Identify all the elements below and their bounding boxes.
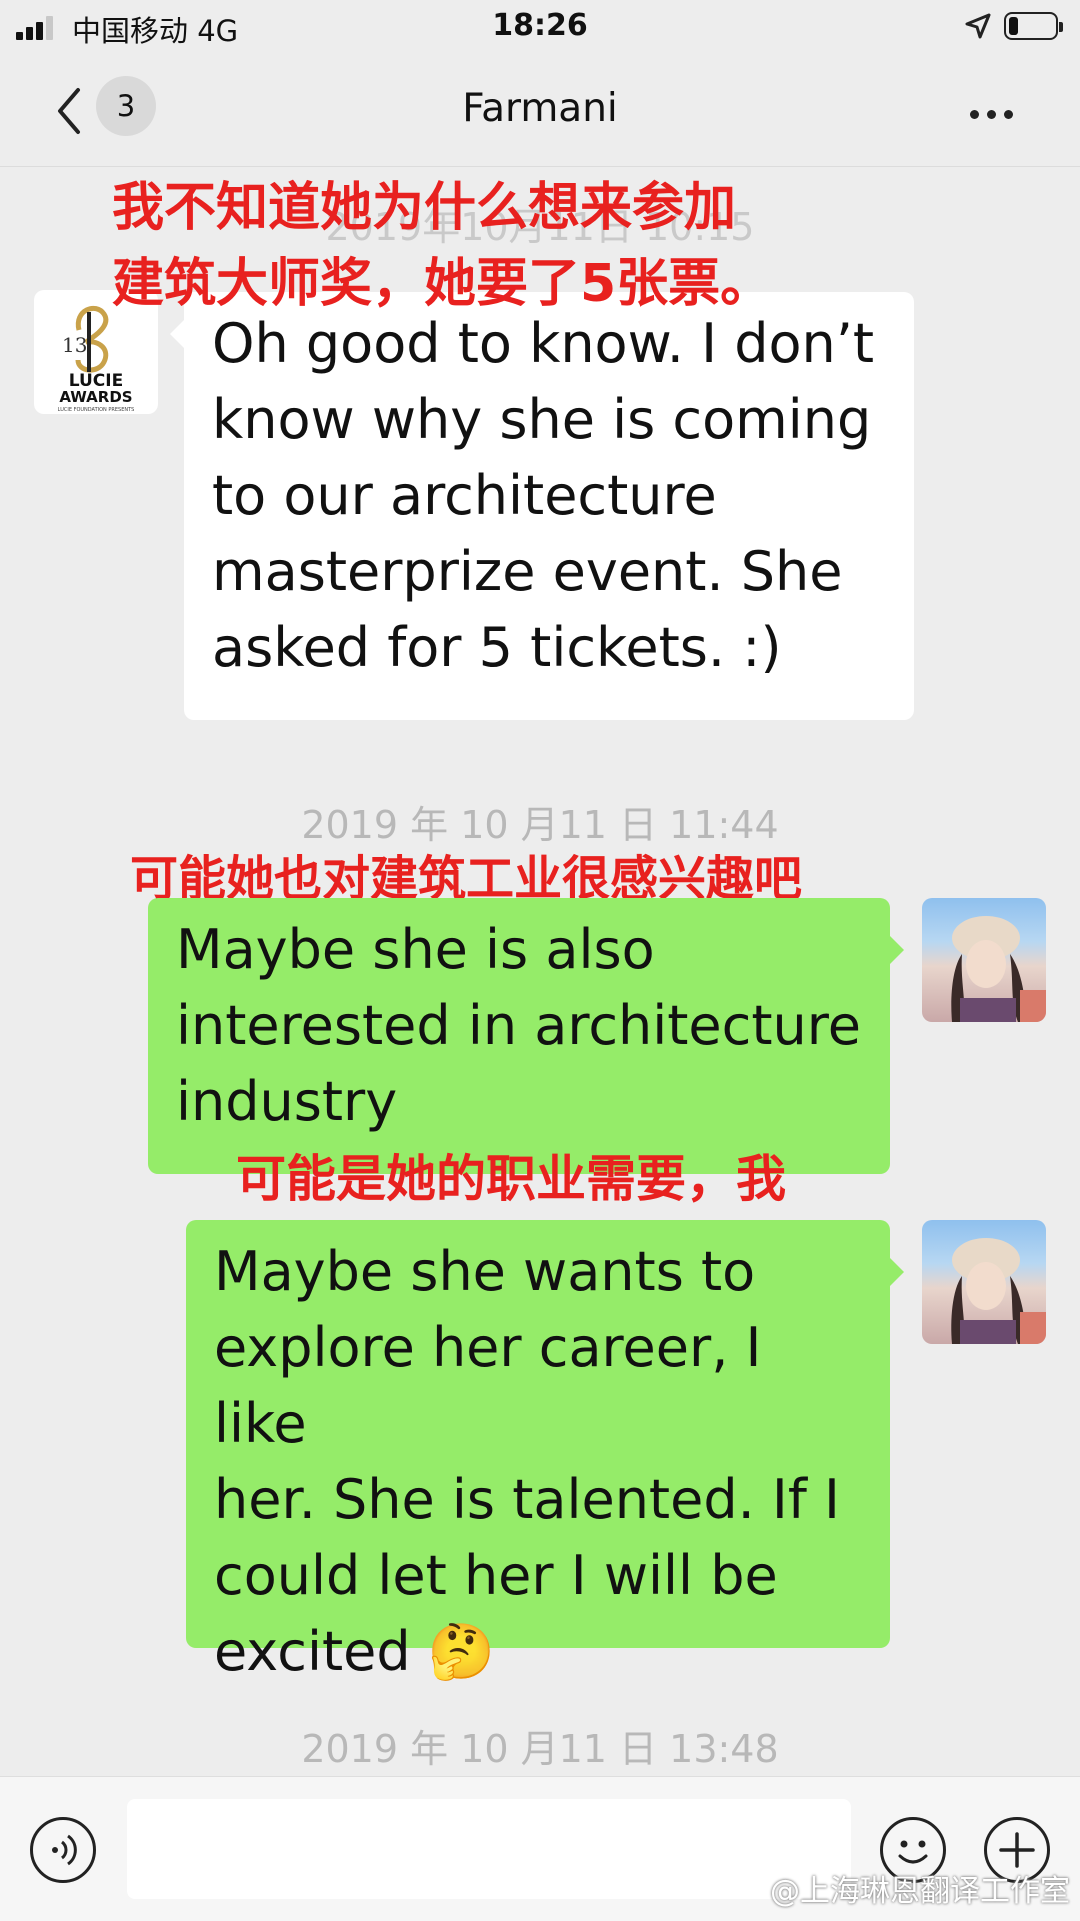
message-text: Maybe she wants to explore her career, I… [214, 1240, 840, 1683]
timestamp: 2019 年 10 月11 日 13:48 [301, 1727, 779, 1771]
timestamp: 2019 年 10 月11 日 11:44 [301, 803, 779, 847]
more-icon[interactable] [970, 104, 1021, 123]
svg-text:LUCIE FOUNDATION PRESENTS: LUCIE FOUNDATION PRESENTS [58, 407, 135, 413]
chat-header: 3 Farmani [0, 56, 1080, 167]
translation-annotation: 我不知道她为什么想来参加 建筑大师奖，她要了5张票。 [112, 178, 773, 314]
status-time: 18:26 [492, 8, 588, 43]
message-bubble-outgoing[interactable]: Maybe she wants to explore her career, I… [186, 1220, 890, 1683]
svg-text:13: 13 [62, 333, 87, 357]
chat-title: Farmani [462, 86, 618, 131]
status-bar: 中国移动 4G 18:26 [0, 0, 1080, 56]
message-text: Oh good to know. I don’t know why she is… [212, 312, 875, 679]
user-avatar[interactable] [922, 1220, 1046, 1344]
voice-icon[interactable] [30, 1817, 96, 1883]
user-photo [951, 1238, 1046, 1344]
location-arrow-icon [965, 13, 991, 39]
message-text: Maybe she is also interested in architec… [176, 918, 861, 1133]
message-bubble-outgoing[interactable]: Maybe she is also interested in architec… [148, 898, 890, 1174]
bubble-tail [890, 936, 904, 964]
battery-icon [1004, 12, 1063, 40]
user-photo [951, 916, 1046, 1022]
message-input[interactable] [127, 1799, 851, 1899]
user-avatar[interactable] [922, 898, 1046, 1022]
bubble-tail [170, 320, 184, 348]
message-bubble-incoming[interactable]: Oh good to know. I don’t know why she is… [184, 292, 914, 720]
watermark: @上海琳恩翻译工作室 [770, 1874, 1070, 1909]
svg-text:AWARDS: AWARDS [59, 388, 132, 406]
bubble-tail [890, 1258, 904, 1286]
